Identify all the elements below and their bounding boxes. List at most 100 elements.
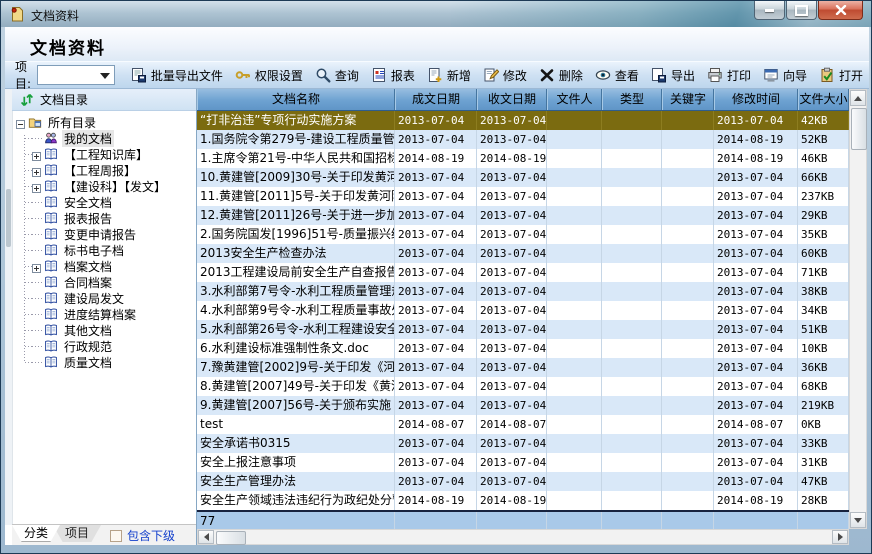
- tree-item-node[interactable]: 【建设科】【发文】: [12, 178, 196, 194]
- table-row[interactable]: 12.黄建管[2011]26号-关于进一步加强2013-07-042013-07…: [197, 206, 849, 225]
- tree-item-node[interactable]: 其他文档: [12, 322, 196, 338]
- tree-item-label[interactable]: 质量文档: [62, 354, 114, 371]
- tree-item-label[interactable]: 【建设科】【发文】: [62, 178, 168, 195]
- column-header[interactable]: 成文日期: [395, 89, 477, 110]
- close-button[interactable]: [818, 1, 863, 20]
- tree-item-label[interactable]: 合同档案: [62, 274, 114, 291]
- tab-项目[interactable]: 项目: [53, 525, 101, 542]
- minimize-button[interactable]: [754, 1, 785, 20]
- table-row[interactable]: 11.黄建管[2011]5号-关于印发黄河防汛2013-07-042013-07…: [197, 187, 849, 206]
- table-row[interactable]: test2014-08-072014-08-072014-08-070KB: [197, 415, 849, 434]
- column-header[interactable]: 文件大小: [798, 89, 849, 110]
- toolbar-button-export-file[interactable]: 批量导出文件: [125, 64, 229, 86]
- column-header[interactable]: 修改时间: [714, 89, 798, 110]
- tree-item-node[interactable]: 报表报告: [12, 210, 196, 226]
- toolbar-button-view[interactable]: 查看: [589, 64, 645, 86]
- table-row[interactable]: 4.水利部第9号令-水利工程质量事故处2013-07-042013-07-042…: [197, 301, 849, 320]
- plus-expander-icon[interactable]: [32, 262, 41, 271]
- tree-item-label[interactable]: 标书电子档: [62, 242, 126, 259]
- cell-written: 2013-07-04: [395, 434, 477, 453]
- scroll-up-button[interactable]: [850, 90, 866, 106]
- tree-item-label[interactable]: 【工程知识库】: [62, 146, 150, 163]
- title-bar[interactable]: 文档资料: [1, 1, 871, 27]
- table-row[interactable]: 7.豫黄建管[2002]9号-关于印发《河南2013-07-042013-07-…: [197, 358, 849, 377]
- plus-expander-icon[interactable]: [32, 150, 41, 159]
- minus-expander-icon[interactable]: [16, 118, 25, 127]
- tree-item-node[interactable]: 安全文档: [12, 194, 196, 210]
- search-icon: [315, 67, 331, 83]
- maximize-button[interactable]: [786, 1, 817, 20]
- tree-item-node[interactable]: 【工程周报】: [12, 162, 196, 178]
- chevron-down-icon[interactable]: [100, 73, 110, 79]
- toolbar-button-report[interactable]: 报表: [365, 64, 421, 86]
- table-row[interactable]: 10.黄建管[2009]30号-关于印发黄河下2013-07-042013-07…: [197, 168, 849, 187]
- tree-item-label[interactable]: 安全文档: [62, 194, 114, 211]
- toolbar-button-export[interactable]: 导出: [645, 64, 701, 86]
- tree-item-label[interactable]: 我的文档: [62, 130, 114, 147]
- tree-item-label[interactable]: 【工程周报】: [62, 162, 138, 179]
- toolbar-button-key[interactable]: 权限设置: [229, 64, 309, 86]
- scroll-left-button[interactable]: [198, 530, 214, 544]
- tree-item-node[interactable]: 【工程知识库】: [12, 146, 196, 162]
- toolbar-button-edit[interactable]: 修改: [477, 64, 533, 86]
- toolbar-button-print[interactable]: 打印: [701, 64, 757, 86]
- column-header[interactable]: 类型: [602, 89, 662, 110]
- table-row[interactable]: 安全上报注意事项2013-07-042013-07-042013-07-0431…: [197, 453, 849, 472]
- tree-item-node[interactable]: 我的文档: [12, 130, 196, 146]
- table-row[interactable]: 安全生产管理办法2013-07-042013-07-042013-07-0447…: [197, 472, 849, 491]
- table-row[interactable]: 1.主席令第21号-中华人民共和国招标法2014-08-192014-08-19…: [197, 149, 849, 168]
- tree-item-root[interactable]: 所有目录: [12, 114, 196, 130]
- tree-item-label[interactable]: 报表报告: [62, 210, 114, 227]
- tree-item-label[interactable]: 进度结算档案: [62, 306, 138, 323]
- column-header[interactable]: 文档名称: [197, 89, 395, 110]
- toolbar-button-search[interactable]: 查询: [309, 64, 365, 86]
- tree-item-node[interactable]: 质量文档: [12, 354, 196, 370]
- sidebar-scrollbar-thumb[interactable]: [6, 189, 11, 247]
- tree-item-node[interactable]: 建设局发文: [12, 290, 196, 306]
- tree-item-node[interactable]: 进度结算档案: [12, 306, 196, 322]
- tree-item-node[interactable]: 合同档案: [12, 274, 196, 290]
- tree-item-node[interactable]: 行政规范: [12, 338, 196, 354]
- table-row[interactable]: 8.黄建管[2007]49号-关于印发《黄河水2013-07-042013-07…: [197, 377, 849, 396]
- tree-item-label[interactable]: 档案文档: [62, 258, 114, 275]
- table-row[interactable]: 9.黄建管[2007]56号-关于颁布实施《黄2013-07-042013-07…: [197, 396, 849, 415]
- tree-item-node[interactable]: 档案文档: [12, 258, 196, 274]
- toolbar-button-open[interactable]: 打开: [813, 64, 869, 86]
- tree-item-label[interactable]: 其他文档: [62, 322, 114, 339]
- tab-分类[interactable]: 分类: [12, 525, 60, 542]
- vertical-scroll-thumb[interactable]: [851, 108, 867, 150]
- table-row[interactable]: 6.水利建设标准强制性条文.doc2013-07-042013-07-04201…: [197, 339, 849, 358]
- tree-item-node[interactable]: 变更申请报告: [12, 226, 196, 242]
- table-row[interactable]: 2.国务院国发[1996]51号-质量振兴纲要2013-07-042013-07…: [197, 225, 849, 244]
- column-header[interactable]: 收文日期: [477, 89, 547, 110]
- scroll-down-button[interactable]: [850, 512, 866, 528]
- include-sub-checkbox[interactable]: [110, 530, 122, 542]
- table-row[interactable]: 5.水利部第26号令-水利工程建设安全生2013-07-042013-07-04…: [197, 320, 849, 339]
- tree-item-label[interactable]: 建设局发文: [62, 290, 126, 307]
- plus-expander-icon[interactable]: [32, 166, 41, 175]
- project-combobox[interactable]: [37, 65, 115, 85]
- refresh-icon[interactable]: [19, 92, 35, 108]
- table-row[interactable]: 2013安全生产检查办法2013-07-042013-07-042013-07-…: [197, 244, 849, 263]
- tree-item-label[interactable]: 变更申请报告: [62, 226, 138, 243]
- table-row[interactable]: 安全承诺书03152013-07-042013-07-042013-07-043…: [197, 434, 849, 453]
- cell-name: 8.黄建管[2007]49号-关于印发《黄河水: [197, 377, 395, 396]
- table-row[interactable]: “打非治违”专项行动实施方案2013-07-042013-07-042013-0…: [197, 111, 849, 130]
- horizontal-scrollbar[interactable]: [197, 529, 849, 545]
- vertical-scrollbar[interactable]: [849, 89, 867, 529]
- table-row[interactable]: 2013工程建设局前安全生产自查报告2013-07-042013-07-0420…: [197, 263, 849, 282]
- table-row[interactable]: 安全生产领域违法违纪行为政纪处分暂2014-08-192014-08-19201…: [197, 491, 849, 510]
- scroll-right-button[interactable]: [832, 530, 848, 544]
- table-row[interactable]: 3.水利部第7号令-水利工程质量管理规2013-07-042013-07-042…: [197, 282, 849, 301]
- toolbar-button-new[interactable]: 新增: [421, 64, 477, 86]
- toolbar-button-delete[interactable]: 删除: [533, 64, 589, 86]
- column-header[interactable]: 文件人: [547, 89, 602, 110]
- tree-item-label[interactable]: 行政规范: [62, 338, 114, 355]
- tree-item-node[interactable]: 标书电子档: [12, 242, 196, 258]
- horizontal-scroll-thumb[interactable]: [216, 531, 246, 545]
- toolbar-button-wizard[interactable]: 向导: [757, 64, 813, 86]
- tree-item-label[interactable]: 所有目录: [46, 114, 98, 131]
- column-header[interactable]: 关键字: [662, 89, 714, 110]
- plus-expander-icon[interactable]: [32, 182, 41, 191]
- table-row[interactable]: 1.国务院令第279号-建设工程质量管理2013-07-042013-07-04…: [197, 130, 849, 149]
